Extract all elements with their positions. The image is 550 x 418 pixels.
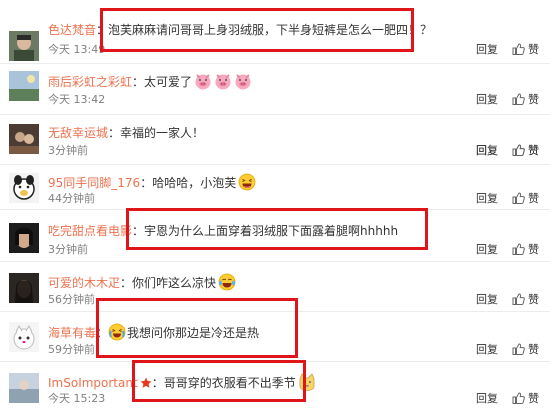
thumbs-up-icon — [512, 93, 525, 105]
avatar[interactable] — [9, 273, 39, 303]
pig-face-icon — [234, 72, 252, 94]
like-button[interactable]: 赞 — [512, 192, 539, 206]
reply-button[interactable]: 回复 — [476, 392, 498, 406]
comment-list: 色达梵音：泡芙麻麻请问哥哥上身羽绒服，下半身短裤是怎么一肥四！？ 今天 13:4… — [0, 0, 550, 418]
reply-button[interactable]: 回复 — [476, 43, 498, 57]
comment-text: 宇恩为什么上面穿着羽绒服下面露着腿啊hhhhh — [144, 224, 399, 238]
comment-time: 今天 13:42 — [48, 93, 106, 106]
avatar[interactable] — [9, 124, 39, 154]
doge-cat-icon — [298, 373, 316, 395]
comment-item: 无敌幸运城：幸福的一家人！ 3分钟前 回复 赞 — [0, 115, 550, 165]
thumbs-up-icon — [512, 43, 525, 55]
avatar[interactable] — [9, 71, 39, 101]
thumbs-up-icon — [512, 293, 525, 305]
like-label: 赞 — [528, 343, 539, 356]
thumbs-up-icon — [512, 343, 525, 355]
comment-item: 海草有毒： 我想问你那边是冷还是热 59分钟前 — [0, 312, 550, 362]
like-label: 赞 — [528, 144, 539, 157]
thumbs-up-icon — [512, 192, 525, 204]
username-link[interactable]: 可爱的木木疋 — [48, 276, 120, 290]
comment-time: 今天 15:23 — [48, 392, 106, 405]
comment-item: 雨后彩虹之彩虹：太可爱了 今天 13:42 回复 赞 — [0, 64, 550, 115]
comment-text: 幸福的一家人！ — [120, 126, 205, 140]
like-label: 赞 — [528, 243, 539, 256]
colon-separator: ： — [132, 224, 145, 238]
like-button[interactable]: 赞 — [512, 343, 539, 357]
avatar[interactable] — [9, 31, 39, 61]
comment-text: 我想问你那边是冷还是热 — [127, 326, 260, 340]
username-link[interactable]: 95同手同脚_176 — [48, 176, 140, 190]
comment-time: 3分钟前 — [48, 144, 88, 157]
like-button[interactable]: 赞 — [512, 293, 539, 307]
like-button[interactable]: 赞 — [512, 43, 539, 57]
colon-separator: ： — [96, 23, 109, 37]
like-label: 赞 — [528, 93, 539, 106]
avatar[interactable] — [9, 173, 39, 203]
star-badge-icon — [140, 377, 152, 393]
like-label: 赞 — [528, 43, 539, 56]
thumbs-up-icon — [512, 392, 525, 404]
reply-button[interactable]: 回复 — [476, 192, 498, 206]
pig-face-icon — [214, 72, 232, 94]
comment-text: 泡芙麻麻请问哥哥上身羽绒服，下半身短裤是怎么一肥四！？ — [108, 23, 433, 37]
reply-button[interactable]: 回复 — [476, 144, 498, 158]
reply-button[interactable]: 回复 — [476, 93, 498, 107]
comment-text: 哈哈哈，小泡芙 — [152, 176, 237, 190]
crying-laugh-icon — [108, 323, 126, 345]
laughing-face-icon — [238, 173, 256, 195]
tears-of-joy-icon — [218, 273, 236, 295]
like-button[interactable]: 赞 — [512, 392, 539, 406]
comment-item: 95同手同脚_176：哈哈哈，小泡芙 44分钟前 — [0, 165, 550, 210]
pig-face-icon — [194, 72, 212, 94]
comment-item: ImSoImportant ：哥哥穿的衣服看不出季节 今天 15:23 回复 赞 — [0, 362, 550, 418]
username-link[interactable]: 雨后彩虹之彩虹 — [48, 75, 132, 89]
like-label: 赞 — [528, 392, 539, 405]
comment-text: 哥哥穿的衣服看不出季节 — [163, 376, 296, 390]
like-label: 赞 — [528, 293, 539, 306]
comment-text: 你们咋这么凉快 — [132, 276, 217, 290]
username-link[interactable]: ImSoImportant — [48, 376, 138, 390]
thumbs-up-icon — [512, 144, 525, 156]
avatar[interactable] — [9, 373, 39, 403]
like-button[interactable]: 赞 — [512, 93, 539, 107]
colon-separator: ： — [151, 376, 164, 390]
avatar[interactable] — [9, 322, 39, 352]
like-label: 赞 — [528, 192, 539, 205]
colon-separator: ： — [120, 276, 133, 290]
reply-button[interactable]: 回复 — [476, 343, 498, 357]
username-link[interactable]: 海草有毒 — [48, 326, 96, 340]
comment-time: 44分钟前 — [48, 192, 95, 205]
thumbs-up-icon — [512, 243, 525, 255]
like-button[interactable]: 赞 — [512, 243, 539, 257]
comment-time: 56分钟前 — [48, 293, 95, 306]
reply-button[interactable]: 回复 — [476, 293, 498, 307]
comment-time: 59分钟前 — [48, 343, 95, 356]
username-link[interactable]: 无敌幸运城 — [48, 126, 108, 140]
colon-separator: ： — [132, 75, 145, 89]
avatar[interactable] — [9, 223, 39, 253]
comment-time: 3分钟前 — [48, 243, 88, 256]
comment-text: 太可爱了 — [144, 75, 193, 89]
comment-item: 吃完甜点看电影：宇恩为什么上面穿着羽绒服下面露着腿啊hhhhh 3分钟前 — [0, 210, 550, 262]
username-link[interactable]: 色达梵音 — [48, 23, 96, 37]
comment-item: 色达梵音：泡芙麻麻请问哥哥上身羽绒服，下半身短裤是怎么一肥四！？ 今天 13:4… — [0, 0, 550, 64]
username-link[interactable]: 吃完甜点看电影 — [48, 224, 132, 238]
comment-time: 今天 13:49 — [48, 43, 106, 56]
colon-separator: ： — [108, 126, 121, 140]
reply-button[interactable]: 回复 — [476, 243, 498, 257]
comment-item: 可爱的木木疋：你们咋这么凉快 56分钟前 — [0, 262, 550, 312]
like-button[interactable]: 赞 — [512, 144, 539, 158]
colon-separator: ： — [140, 176, 153, 190]
colon-separator: ： — [96, 326, 109, 340]
